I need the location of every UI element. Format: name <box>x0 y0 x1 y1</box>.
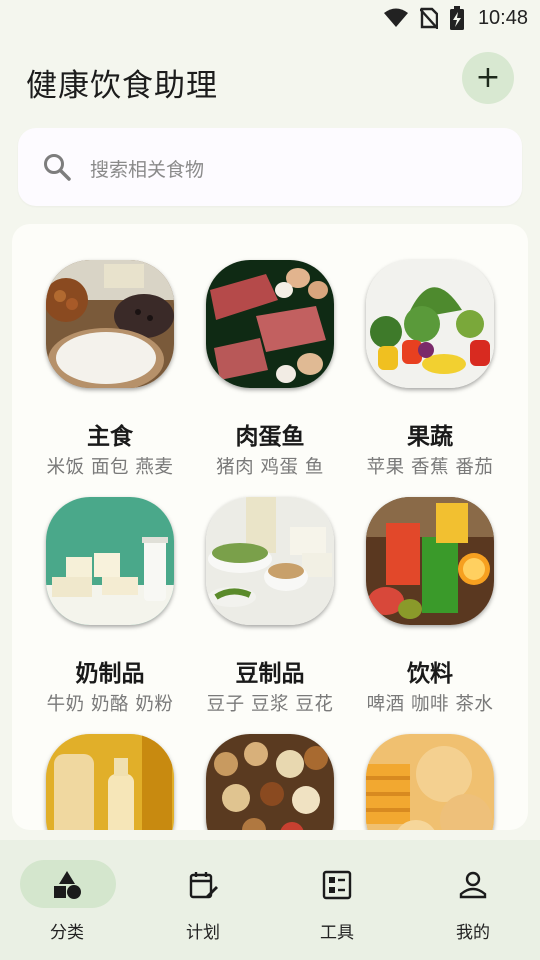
category-name: 肉蛋鱼 <box>235 424 305 450</box>
category-card[interactable] <box>350 698 510 830</box>
person-icon <box>406 870 540 900</box>
staple-food-image <box>46 260 174 388</box>
category-name: 主食 <box>87 424 133 450</box>
nav-label: 计划 <box>186 923 220 943</box>
app-bar: 健康饮食助理 + <box>0 46 540 116</box>
beverages-image <box>366 497 494 625</box>
nuts-image <box>206 734 334 830</box>
no-sim-icon <box>419 7 438 29</box>
status-bar: 10:48 <box>0 0 540 36</box>
snacks-image <box>366 734 494 830</box>
status-time: 10:48 <box>477 6 528 29</box>
search-placeholder: 搜索相关食物 <box>90 159 205 181</box>
nav-item-category[interactable]: 分类 <box>0 860 134 950</box>
category-card[interactable]: 果蔬 苹果 香蕉 番茄 <box>350 224 510 478</box>
add-button[interactable]: + <box>462 52 514 104</box>
bottom-navigation: 分类 计划 工具 我的 <box>0 840 540 960</box>
category-card[interactable] <box>190 698 350 830</box>
category-card[interactable] <box>30 698 190 830</box>
category-card[interactable]: 奶制品 牛奶 奶酪 奶粉 <box>30 461 190 715</box>
category-card[interactable]: 主食 米饭 面包 燕麦 <box>30 224 190 478</box>
nav-label: 分类 <box>50 923 84 943</box>
category-shapes-icon <box>0 870 134 900</box>
page-title: 健康饮食助理 <box>26 68 218 104</box>
category-grid: 主食 米饭 面包 燕麦 肉蛋鱼 猪肉 鸡蛋 鱼 果蔬 苹果 香蕉 番茄 奶制品 … <box>12 224 528 830</box>
tools-grid-icon <box>270 870 404 900</box>
plus-icon: + <box>475 60 501 95</box>
soy-products-image <box>206 497 334 625</box>
nav-item-tools[interactable]: 工具 <box>270 860 404 950</box>
fruits-vegetables-image <box>366 260 494 388</box>
search-input[interactable]: 搜索相关食物 <box>18 128 522 206</box>
calendar-edit-icon <box>136 870 270 900</box>
wifi-icon <box>383 8 408 28</box>
nav-item-mine[interactable]: 我的 <box>406 860 540 950</box>
nav-item-plan[interactable]: 计划 <box>136 860 270 950</box>
meat-egg-fish-image <box>206 260 334 388</box>
category-card[interactable]: 肉蛋鱼 猪肉 鸡蛋 鱼 <box>190 224 350 478</box>
nav-label: 工具 <box>320 923 354 943</box>
nav-label: 我的 <box>456 923 490 943</box>
dairy-image <box>46 497 174 625</box>
search-icon <box>42 152 72 186</box>
category-name: 饮料 <box>407 661 453 687</box>
category-card[interactable]: 饮料 啤酒 咖啡 茶水 <box>350 461 510 715</box>
battery-charging-icon <box>449 6 464 30</box>
oil-image <box>46 734 174 830</box>
category-name: 豆制品 <box>235 661 305 687</box>
category-name: 果蔬 <box>407 424 453 450</box>
category-card[interactable]: 豆制品 豆子 豆浆 豆花 <box>190 461 350 715</box>
category-name: 奶制品 <box>75 661 145 687</box>
